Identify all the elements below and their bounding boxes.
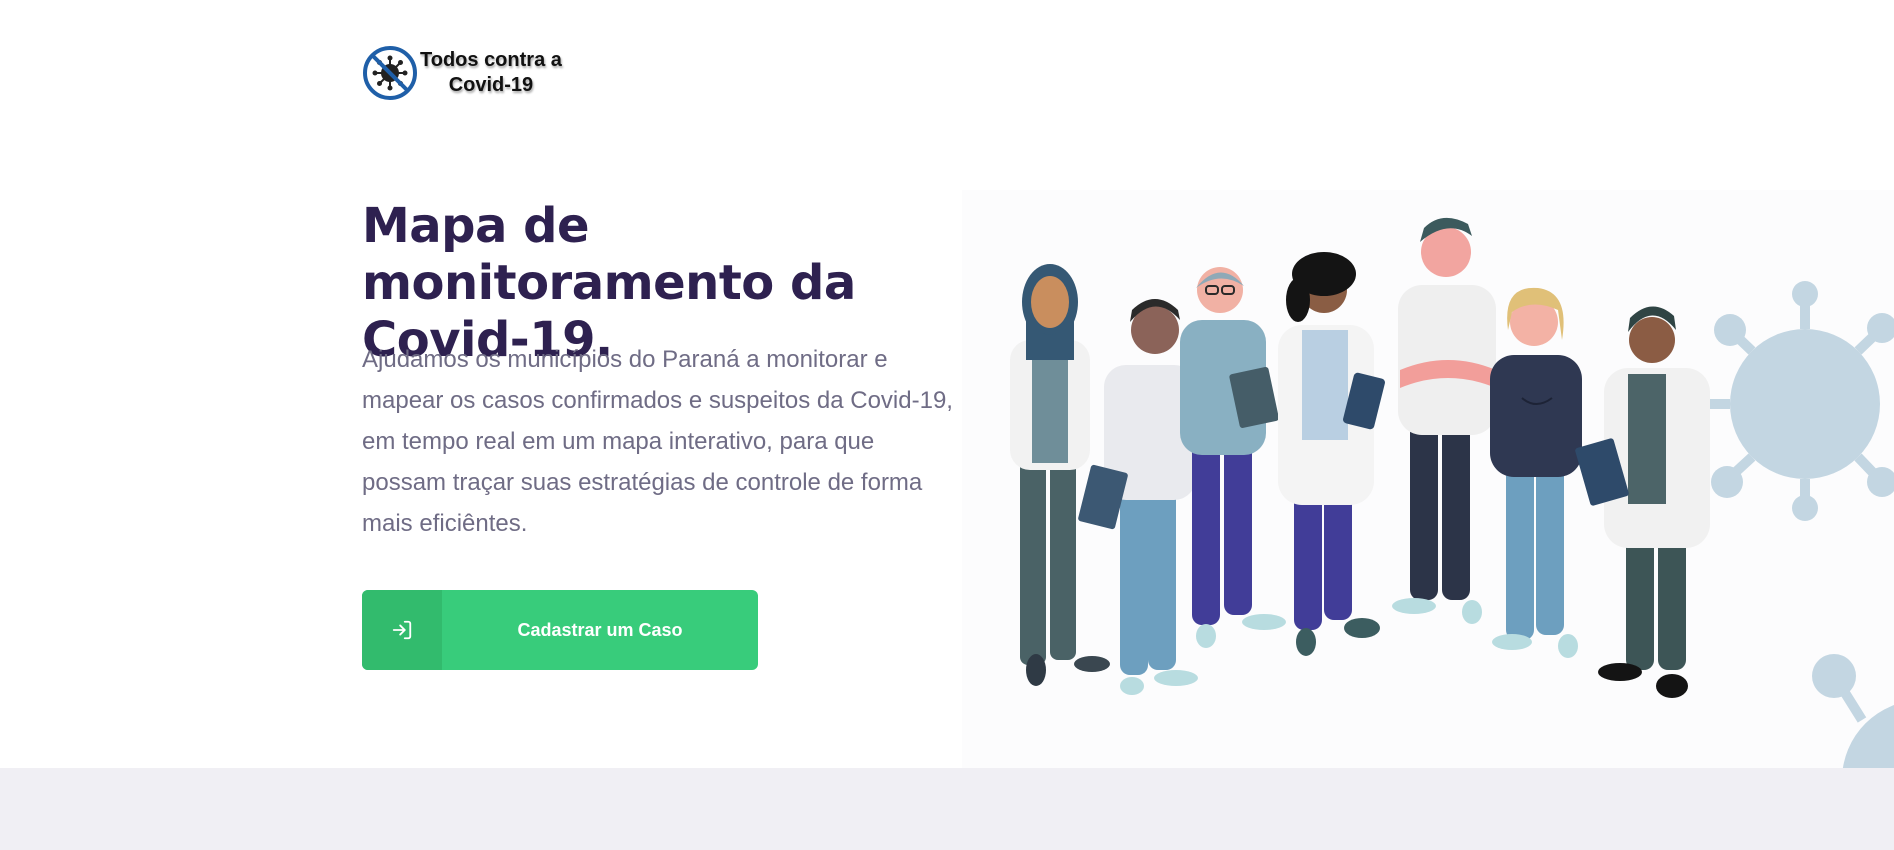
hero-description: Ajudamos os municípios do Paraná a monit… [362,346,953,537]
sign-in-icon [392,620,412,640]
logo-line-1: Todos contra a [420,49,562,71]
logo-text: Todos contra a Covid-19 [420,48,562,98]
next-section-band [0,768,1894,850]
virus-prohibited-icon [363,46,417,100]
healthcare-workers-illustration [962,190,1894,768]
register-case-label: Cadastrar um Caso [517,619,683,640]
register-case-button[interactable]: Cadastrar um Caso [362,590,758,670]
cta-icon-box [362,590,442,670]
logo-line-2: Covid-19 [448,74,534,96]
site-logo[interactable]: Todos contra a Covid-19 [362,44,562,102]
